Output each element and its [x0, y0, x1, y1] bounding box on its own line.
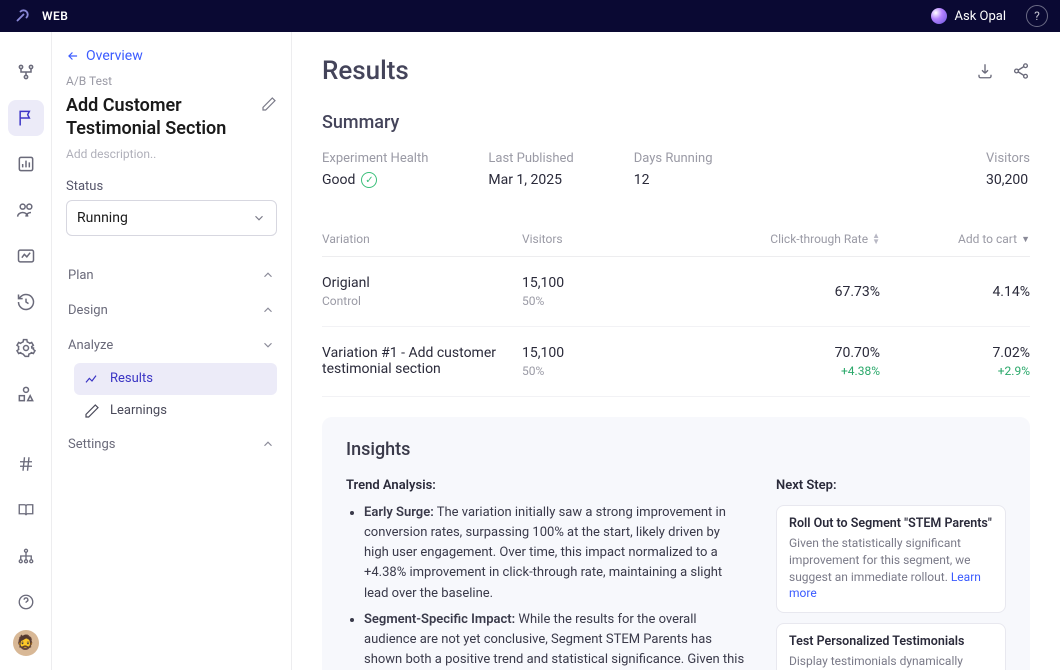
rail-flow-icon[interactable]	[8, 54, 44, 90]
opal-icon	[931, 8, 947, 24]
row-visitors: 15,100	[522, 275, 682, 291]
row-ctr-delta: +4.38%	[841, 364, 880, 378]
sidebar: Overview A/B Test Add Customer Testimoni…	[52, 32, 292, 670]
row-atc-delta: +2.9%	[998, 364, 1030, 378]
rail-book-icon[interactable]	[8, 492, 44, 528]
insights-panel: Insights Trend Analysis: Early Surge: Th…	[322, 417, 1030, 670]
topbar: WEB Ask Opal ?	[0, 0, 1060, 32]
share-button[interactable]	[1012, 62, 1030, 80]
help-button[interactable]: ?	[1026, 5, 1048, 27]
nav-rail: 🧔	[0, 32, 52, 670]
results-icon	[84, 371, 100, 387]
row-atc: 4.14%	[992, 284, 1030, 300]
subnav-learnings[interactable]: Learnings	[74, 395, 277, 427]
next-step-card[interactable]: Test Personalized Testimonials Display t…	[776, 623, 1006, 670]
app-logo-icon	[12, 6, 32, 26]
ask-opal-button[interactable]: Ask Opal	[931, 8, 1006, 24]
sort-icon: ▲▼	[872, 233, 880, 245]
status-label: Status	[66, 179, 277, 194]
chevron-up-icon	[261, 437, 275, 451]
experiment-title: Add Customer Testimonial Section	[66, 94, 253, 141]
visitors-value: 30,200	[986, 172, 1030, 188]
next-step-card[interactable]: Roll Out to Segment "STEM Parents" Given…	[776, 505, 1006, 613]
section-settings[interactable]: Settings	[66, 427, 277, 462]
user-avatar[interactable]: 🧔	[13, 630, 39, 656]
rail-shapes-icon[interactable]	[8, 376, 44, 412]
section-design[interactable]: Design	[66, 293, 277, 328]
summary-heading: Summary	[322, 112, 1030, 133]
th-atc[interactable]: Add to cart ▼	[910, 232, 1030, 246]
row-atc: 7.02%	[992, 345, 1030, 361]
dropdown-icon: ▼	[1021, 234, 1030, 245]
insight-bullet: Early Surge: The variation initially saw…	[364, 503, 746, 604]
row-split: 50%	[522, 364, 682, 378]
download-button[interactable]	[976, 62, 994, 80]
chevron-up-icon	[261, 303, 275, 317]
rail-history-icon[interactable]	[8, 284, 44, 320]
th-variation: Variation	[322, 232, 522, 246]
results-table: Variation Visitors Click-through Rate ▲▼…	[322, 222, 1030, 397]
insight-bullet: Segment-Specific Impact: While the resul…	[364, 610, 746, 670]
row-ctr: 70.70%	[835, 345, 880, 361]
chevron-up-icon	[261, 268, 275, 282]
chevron-down-icon	[261, 338, 275, 352]
row-visitors: 15,100	[522, 345, 682, 361]
table-row: Variation #1 - Add customer testimonial …	[322, 327, 1030, 397]
rail-users-icon[interactable]	[8, 192, 44, 228]
rail-flag-icon[interactable]	[8, 100, 44, 136]
variation-sub: Control	[322, 294, 522, 308]
days-label: Days Running	[634, 151, 713, 166]
status-value: Running	[77, 210, 128, 226]
description-placeholder[interactable]: Add description..	[66, 147, 277, 161]
row-split: 50%	[522, 294, 682, 308]
trend-heading: Trend Analysis:	[346, 478, 746, 493]
insights-title: Insights	[346, 439, 1006, 460]
row-ctr: 67.73%	[835, 284, 880, 300]
rail-help-icon[interactable]	[8, 584, 44, 620]
visitors-label: Visitors	[986, 151, 1030, 166]
rail-tree-icon[interactable]	[8, 538, 44, 574]
health-value: Good	[322, 172, 355, 188]
days-value: 12	[634, 172, 713, 188]
rail-chart-icon[interactable]	[8, 146, 44, 182]
subnav-results[interactable]: Results	[74, 363, 277, 395]
main-content: Results Summary Experiment Health Good ✓	[292, 32, 1060, 670]
chevron-down-icon	[252, 211, 266, 225]
check-icon: ✓	[361, 172, 377, 188]
status-select[interactable]: Running	[66, 200, 277, 236]
rail-settings-icon[interactable]	[8, 330, 44, 366]
overview-link-label: Overview	[86, 48, 143, 64]
overview-back-link[interactable]: Overview	[66, 48, 277, 64]
ask-opal-label: Ask Opal	[955, 9, 1006, 24]
th-visitors: Visitors	[522, 232, 682, 246]
section-plan[interactable]: Plan	[66, 258, 277, 293]
published-value: Mar 1, 2025	[488, 172, 573, 188]
breadcrumb: A/B Test	[66, 74, 277, 88]
rail-hash-icon[interactable]	[8, 446, 44, 482]
published-label: Last Published	[488, 151, 573, 166]
variation-name: Origianl	[322, 275, 522, 291]
section-analyze[interactable]: Analyze	[66, 328, 277, 363]
learnings-icon	[84, 403, 100, 419]
next-step-heading: Next Step:	[776, 478, 1006, 493]
table-row: Origianl Control 15,100 50% 67.73% 4.14%	[322, 257, 1030, 327]
rail-monitor-icon[interactable]	[8, 238, 44, 274]
th-ctr[interactable]: Click-through Rate ▲▼	[682, 232, 910, 246]
summary-row: Experiment Health Good ✓ Last Published …	[322, 151, 1030, 188]
topbar-title: WEB	[42, 9, 68, 23]
health-label: Experiment Health	[322, 151, 428, 166]
variation-name: Variation #1 - Add customer testimonial …	[322, 345, 502, 377]
edit-title-button[interactable]	[261, 96, 277, 112]
page-title: Results	[322, 56, 409, 86]
